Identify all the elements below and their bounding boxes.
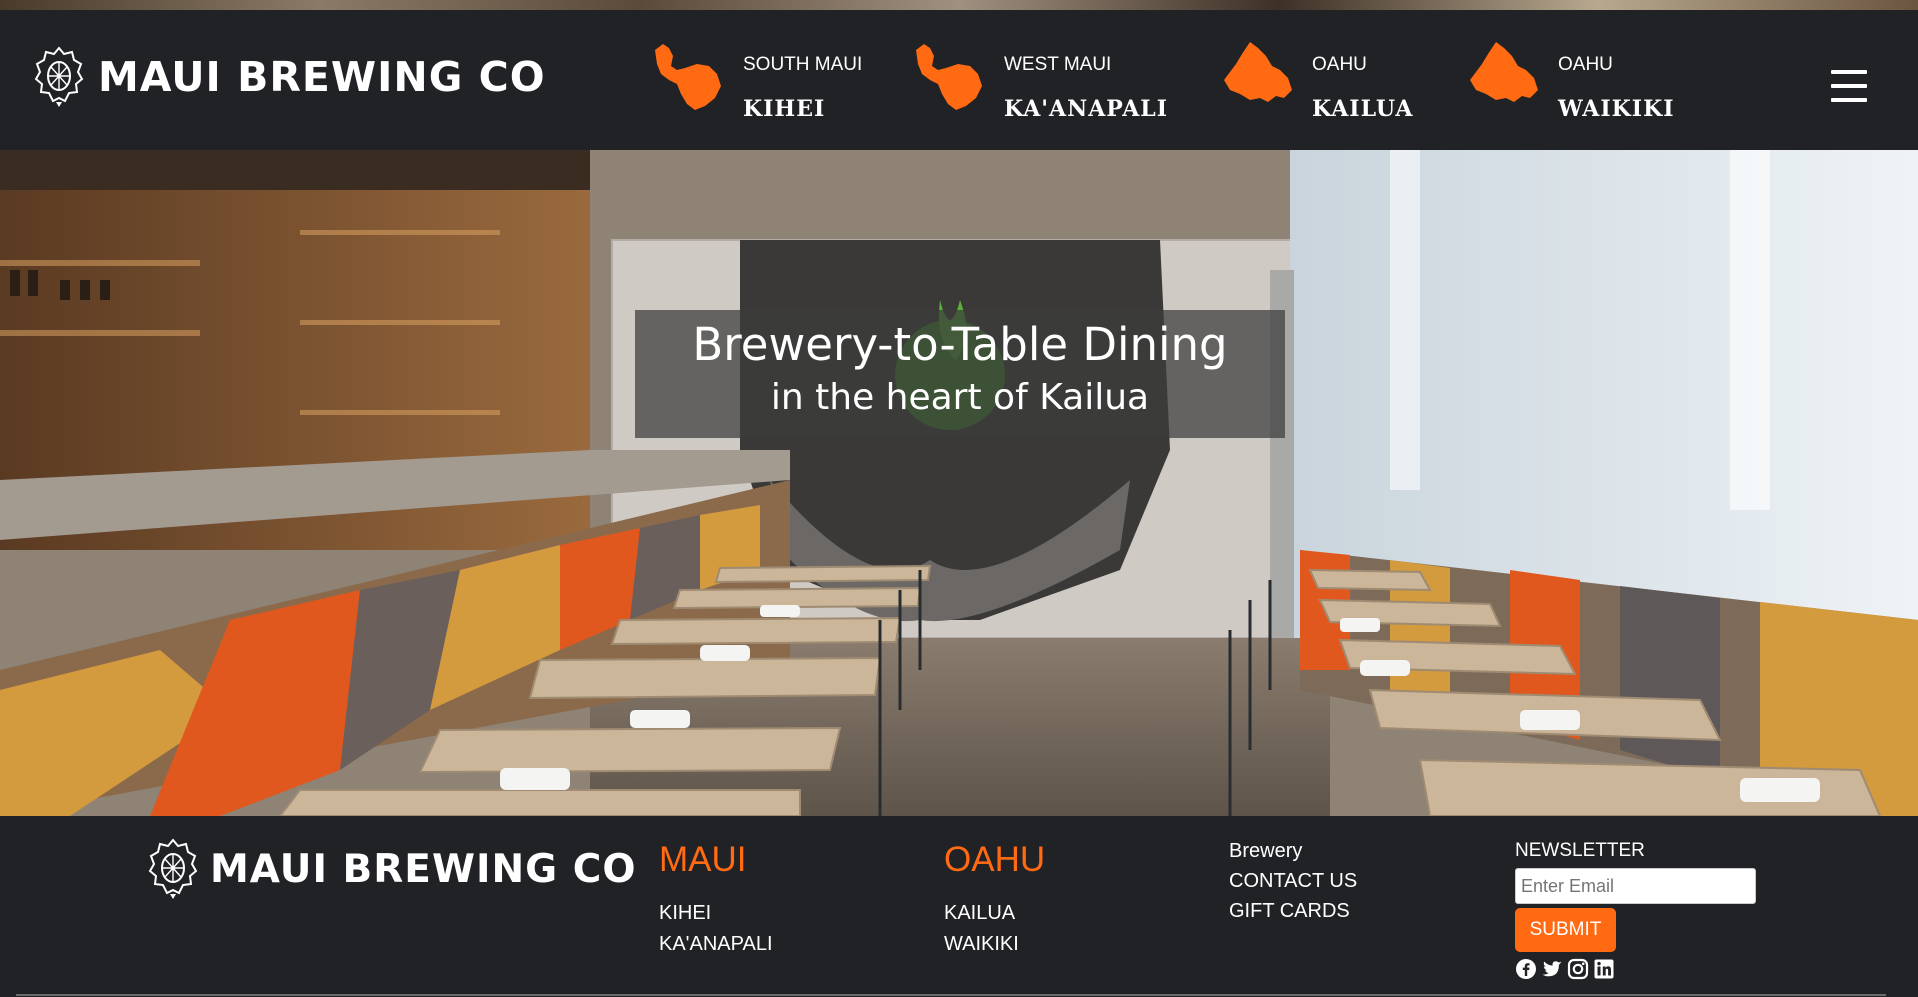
twitter-icon[interactable]	[1541, 958, 1563, 980]
brand-wordmark: MAUI BREWING CO	[210, 846, 637, 892]
footer-oahu-heading: OAHU	[944, 840, 1046, 879]
location-town: KA'ANAPALI	[1004, 96, 1169, 122]
newsletter-label: NEWSLETTER	[1515, 840, 1645, 861]
site-header: MAUI BREWING CO SOUTH MAUI KIHEI WEST MA…	[0, 10, 1918, 150]
hamburger-menu-icon[interactable]	[1831, 70, 1867, 106]
oahu-island-icon	[1224, 42, 1292, 102]
nav-location-kailua[interactable]: OAHU KAILUA	[1220, 40, 1413, 122]
location-region: SOUTH MAUI	[743, 54, 863, 75]
maui-island-icon	[916, 44, 982, 110]
footer-link-kaanapali[interactable]: KA'ANAPALI	[659, 933, 773, 956]
footer-misc-column: Brewery CONTACT US GIFT CARDS	[1229, 840, 1357, 930]
newsletter-form: NEWSLETTER SUBMIT	[1515, 840, 1756, 980]
maui-island-icon	[655, 44, 721, 110]
newsletter-email-input[interactable]	[1515, 868, 1756, 904]
turtle-logo-icon	[34, 46, 84, 107]
nav-location-kaanapali[interactable]: WEST MAUI KA'ANAPALI	[912, 40, 1168, 122]
footer-maui-heading: MAUI	[659, 840, 747, 879]
nav-location-kihei[interactable]: SOUTH MAUI KIHEI	[651, 40, 862, 122]
footer-maui-column: MAUI KIHEI KA'ANAPALI	[659, 840, 773, 964]
oahu-island-icon	[1470, 42, 1538, 102]
nav-location-waikiki[interactable]: OAHU WAIKIKI	[1466, 40, 1674, 122]
hero-subtitle: in the heart of Kailua	[770, 377, 1150, 418]
facebook-icon[interactable]	[1515, 958, 1537, 980]
footer-link-kihei[interactable]: KIHEI	[659, 902, 773, 925]
footer-oahu-column: OAHU KAILUA WAIKIKI	[944, 840, 1045, 964]
footer-divider	[16, 994, 1886, 996]
newsletter-submit-button[interactable]: SUBMIT	[1515, 908, 1616, 952]
site-footer: MAUI BREWING CO MAUI KIHEI KA'ANAPALI OA…	[0, 816, 1918, 997]
linkedin-icon[interactable]	[1593, 958, 1615, 980]
footer-link-contact-us[interactable]: CONTACT US	[1229, 870, 1357, 893]
social-links	[1515, 958, 1756, 980]
location-town: KIHEI	[743, 96, 826, 122]
location-region: WEST MAUI	[1004, 54, 1112, 75]
header-logo[interactable]: MAUI BREWING CO	[34, 46, 546, 108]
footer-link-kailua[interactable]: KAILUA	[944, 902, 1045, 925]
footer-link-gift-cards[interactable]: GIFT CARDS	[1229, 900, 1357, 923]
hero-caption: Brewery-to-Table Dining in the heart of …	[635, 310, 1285, 438]
location-town: KAILUA	[1312, 96, 1414, 122]
brand-wordmark: MAUI BREWING CO	[98, 53, 546, 101]
instagram-icon[interactable]	[1567, 958, 1589, 980]
location-region: OAHU	[1558, 54, 1613, 75]
turtle-logo-icon	[148, 838, 198, 899]
location-region: OAHU	[1312, 54, 1367, 75]
footer-link-waikiki[interactable]: WAIKIKI	[944, 933, 1045, 956]
location-town: WAIKIKI	[1558, 96, 1675, 122]
hero-banner: Brewery-to-Table Dining in the heart of …	[0, 150, 1918, 816]
hero-title: Brewery-to-Table Dining	[692, 318, 1228, 371]
top-photo-strip	[0, 0, 1918, 10]
restaurant-interior-photo	[0, 150, 1918, 816]
footer-link-brewery[interactable]: Brewery	[1229, 840, 1357, 863]
footer-logo[interactable]: MAUI BREWING CO	[148, 838, 636, 900]
